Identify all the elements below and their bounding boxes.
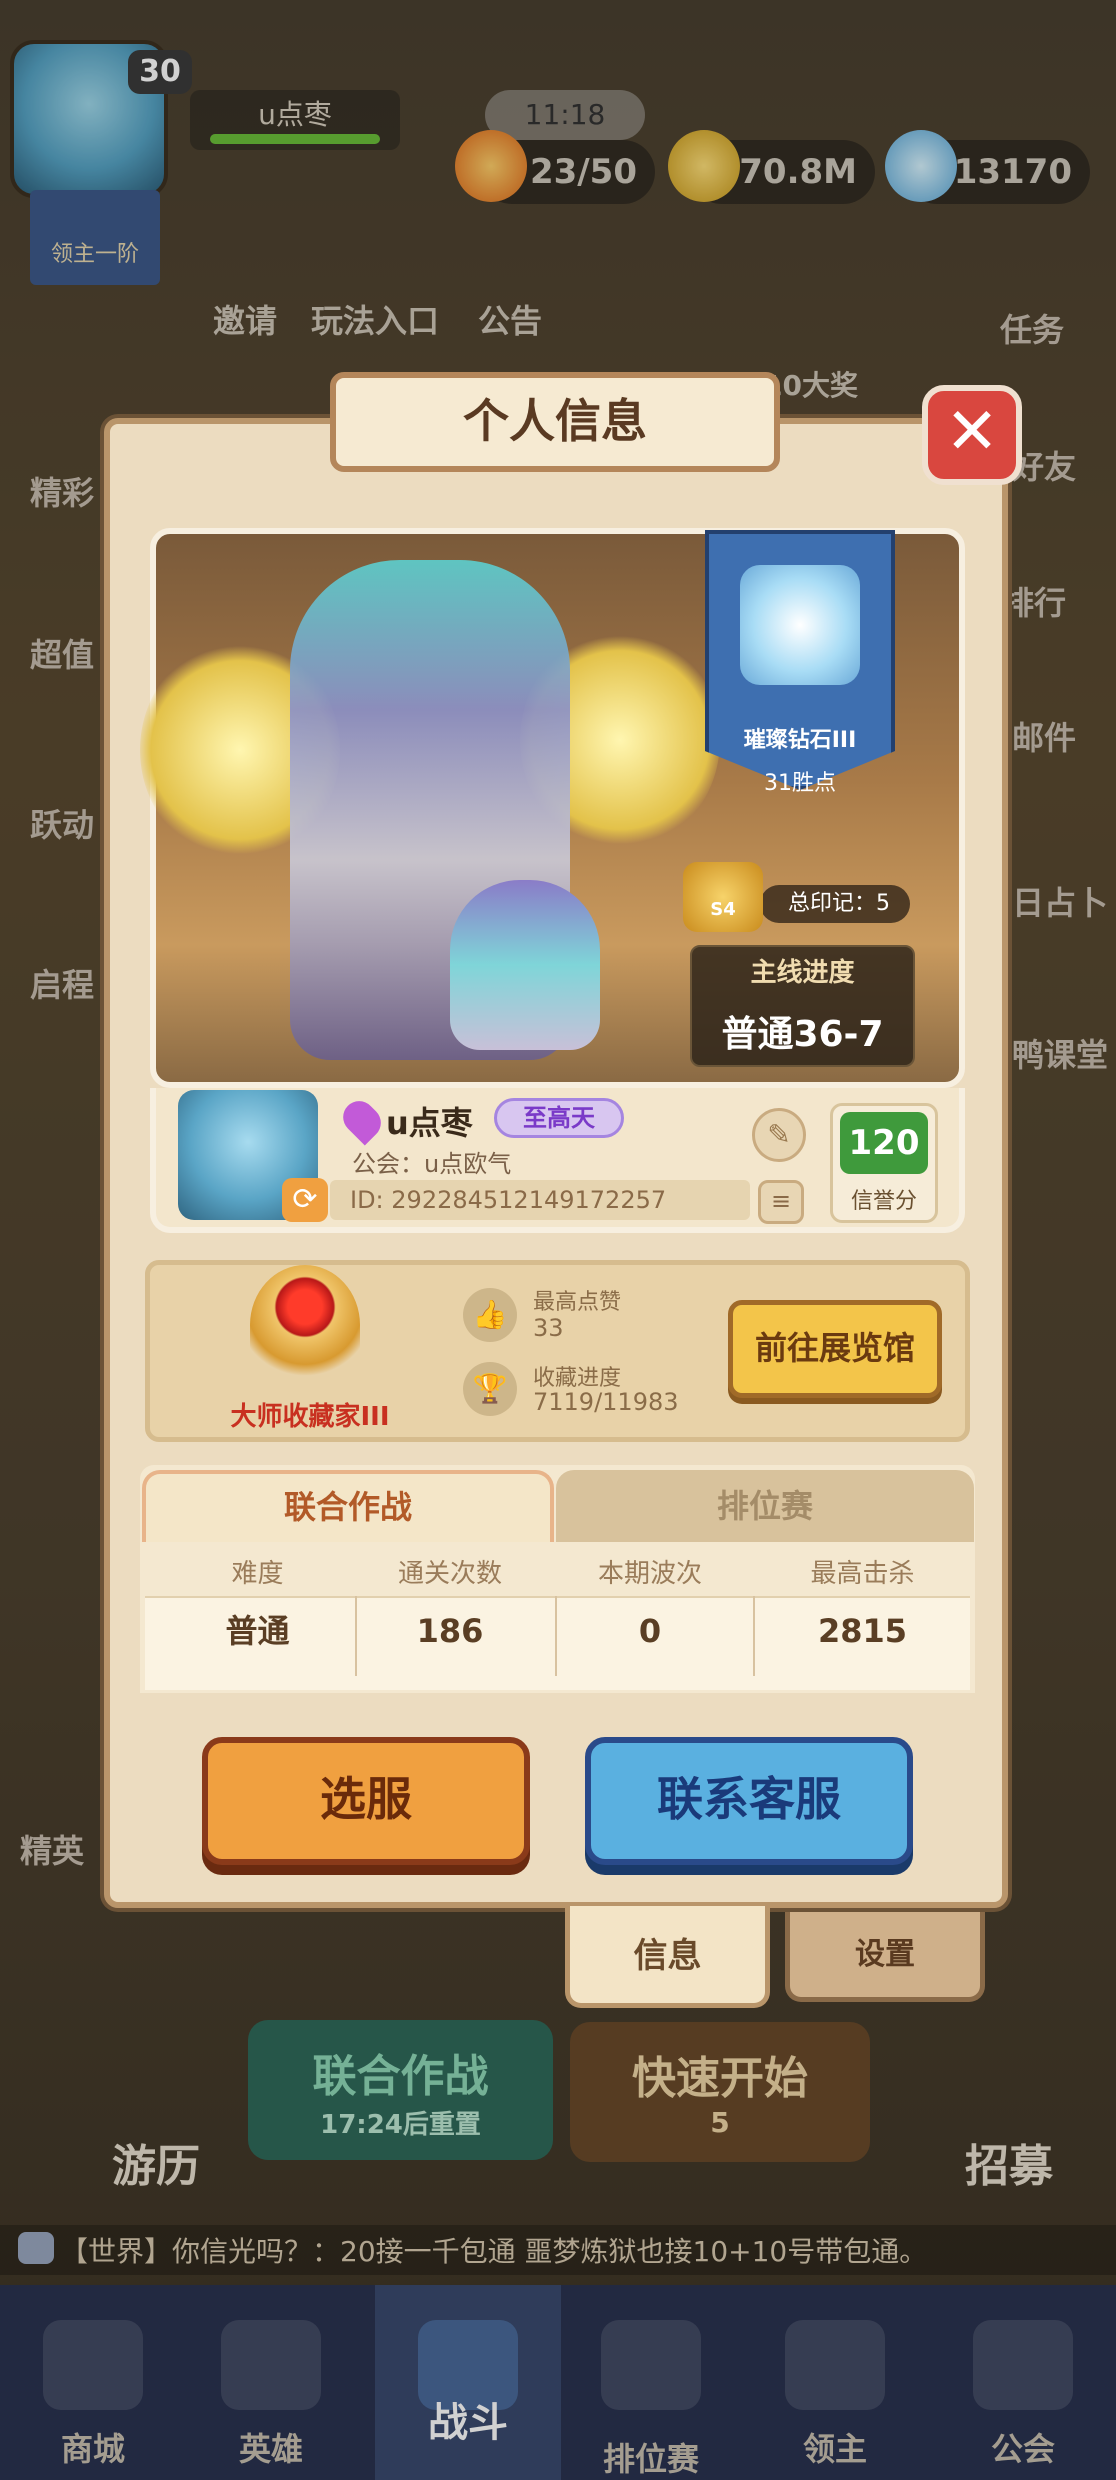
collector-title: 大师收藏家III	[230, 1402, 390, 1432]
credit-score-label: 信誉分	[850, 1189, 917, 1214]
stats-difficulty-value: 普通	[225, 1612, 290, 1650]
rank-name: 璀璨钻石III	[743, 728, 857, 753]
max-likes-label: 最高点赞	[533, 1290, 622, 1315]
stats-clears-value: 186	[416, 1612, 484, 1650]
player-name: u点枣	[386, 1104, 473, 1142]
stats-header-max-kills: 最高击杀	[810, 1559, 915, 1589]
pet-character	[450, 880, 600, 1050]
select-server-button[interactable]: 选服	[202, 1737, 530, 1865]
title-badge[interactable]: 至高天	[494, 1098, 624, 1138]
collection-progress-value: 7119/11983	[533, 1388, 679, 1416]
player-id: ID: 292284512149172257	[330, 1180, 750, 1220]
tab-coop-battle[interactable]: 联合作战	[142, 1470, 554, 1542]
main-progress-value: 普通36-7	[721, 1014, 884, 1055]
stats-header-waves: 本期波次	[597, 1559, 702, 1589]
close-button[interactable]: ✕	[922, 385, 1022, 485]
season-seal-icon: S4	[683, 862, 763, 932]
tab-info[interactable]: 信息	[565, 1906, 770, 2008]
rank-points: 31胜点	[764, 771, 836, 796]
seal-count-text: 总印记：5	[788, 891, 890, 916]
tab-settings[interactable]: 设置	[785, 1912, 985, 2002]
go-to-gallery-button[interactable]: 前往展览馆	[728, 1300, 942, 1398]
max-likes-value: 33	[533, 1314, 564, 1342]
switch-avatar-icon[interactable]: ⟳	[282, 1178, 328, 1222]
dialog-title: 个人信息	[330, 372, 780, 472]
feather-icon[interactable]: ✎	[752, 1108, 806, 1162]
stats-header-difficulty: 难度	[231, 1559, 284, 1589]
stats-waves-value: 0	[638, 1612, 662, 1650]
main-progress-title: 主线进度	[750, 958, 855, 988]
seal-count: 总印记：5	[760, 885, 910, 923]
diamond-rank-emblem-icon	[740, 565, 860, 685]
copy-id-icon[interactable]: ≡	[758, 1180, 804, 1224]
guild-name: 公会：u点欧气	[352, 1150, 512, 1178]
thumbs-up-icon: 👍	[463, 1288, 517, 1342]
contact-support-button[interactable]: 联系客服	[585, 1737, 913, 1865]
tab-ranked[interactable]: 排位赛	[556, 1470, 974, 1542]
credit-score-value: 120	[840, 1112, 928, 1174]
collector-trophy-icon	[250, 1265, 360, 1385]
trophy-icon: 🏆	[463, 1362, 517, 1416]
stats-header-clears: 通关次数	[397, 1559, 502, 1589]
stats-max-kills-value: 2815	[817, 1612, 908, 1650]
